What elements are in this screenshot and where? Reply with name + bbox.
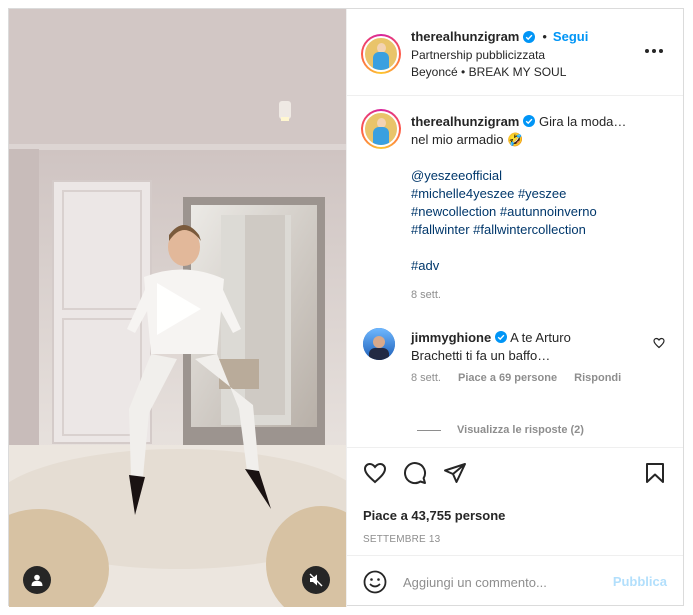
divider	[417, 429, 441, 431]
verified-badge-icon	[495, 331, 508, 343]
likes-count[interactable]: Piace a 43,755 persone	[363, 508, 505, 523]
mute-button[interactable]	[302, 566, 330, 594]
emoji-icon[interactable]	[363, 570, 387, 594]
post-date[interactable]: SETTEMBRE 13	[363, 534, 440, 545]
video-player[interactable]	[9, 9, 347, 607]
comment-likes[interactable]: Piace a 69 persone	[458, 372, 557, 384]
heart-icon[interactable]	[363, 461, 387, 485]
post-header: therealhunzigram • Segui Partnership pub…	[347, 9, 683, 96]
comment-text: jimmyghione A te Arturo Brachetti ti fa …	[411, 329, 611, 365]
comment-meta: 8 sett. Piace a 69 persone Rispondi	[411, 372, 635, 384]
comment-input[interactable]	[403, 571, 603, 593]
caption-username[interactable]: therealhunzigram	[411, 114, 519, 129]
view-replies-button[interactable]: Visualizza le risposte (2)	[417, 424, 584, 436]
post-side-panel: therealhunzigram • Segui Partnership pub…	[347, 9, 683, 607]
view-replies-label: Visualizza le risposte (2)	[457, 424, 584, 436]
comment-icon[interactable]	[403, 461, 427, 485]
comment-username[interactable]: jimmyghione	[411, 330, 491, 345]
hashtags-line-3[interactable]: #fallwinter #fallwintercollection	[411, 221, 647, 239]
verified-badge-icon	[523, 30, 536, 43]
post-actions: Piace a 43,755 persone SETTEMBRE 13	[347, 447, 683, 555]
user-tag-button[interactable]	[23, 566, 51, 594]
reply-button[interactable]: Rispondi	[574, 372, 621, 384]
more-options-icon[interactable]	[645, 49, 663, 55]
caption-timestamp[interactable]: 8 sett.	[411, 289, 441, 301]
hashtags-line-2[interactable]: #newcollection #autunnoinverno	[411, 203, 647, 221]
bookmark-icon[interactable]	[643, 461, 667, 485]
separator: •	[542, 29, 547, 44]
heart-icon[interactable]	[653, 337, 665, 349]
audio-track[interactable]: Beyoncé • BREAK MY SOUL	[411, 65, 566, 79]
post-dialog: therealhunzigram • Segui Partnership pub…	[8, 8, 684, 607]
avatar[interactable]	[361, 34, 401, 74]
comments-list[interactable]: therealhunzigram Gira la moda… nel mio a…	[347, 97, 683, 447]
comment-composer: Pubblica	[347, 555, 683, 607]
mention-link[interactable]: @yeszeeofficial	[411, 167, 647, 185]
verified-badge-icon	[523, 115, 536, 127]
user-tag-icon	[31, 574, 43, 586]
speaker-muted-icon	[309, 573, 323, 587]
partnership-label[interactable]: Partnership pubblicizzata	[411, 48, 545, 62]
follow-button[interactable]: Segui	[553, 29, 588, 44]
play-icon[interactable]	[143, 277, 207, 341]
comment-timestamp[interactable]: 8 sett.	[411, 372, 441, 384]
publish-button[interactable]: Pubblica	[613, 574, 667, 589]
avatar[interactable]	[363, 328, 395, 360]
caption-text: therealhunzigram Gira la moda… nel mio a…	[411, 113, 647, 275]
author-username[interactable]: therealhunzigram	[411, 29, 519, 44]
avatar[interactable]	[361, 109, 401, 149]
hashtags-line-1[interactable]: #michelle4yeszee #yeszee	[411, 185, 647, 203]
share-icon[interactable]	[443, 461, 467, 485]
hashtag-adv[interactable]: #adv	[411, 257, 647, 275]
